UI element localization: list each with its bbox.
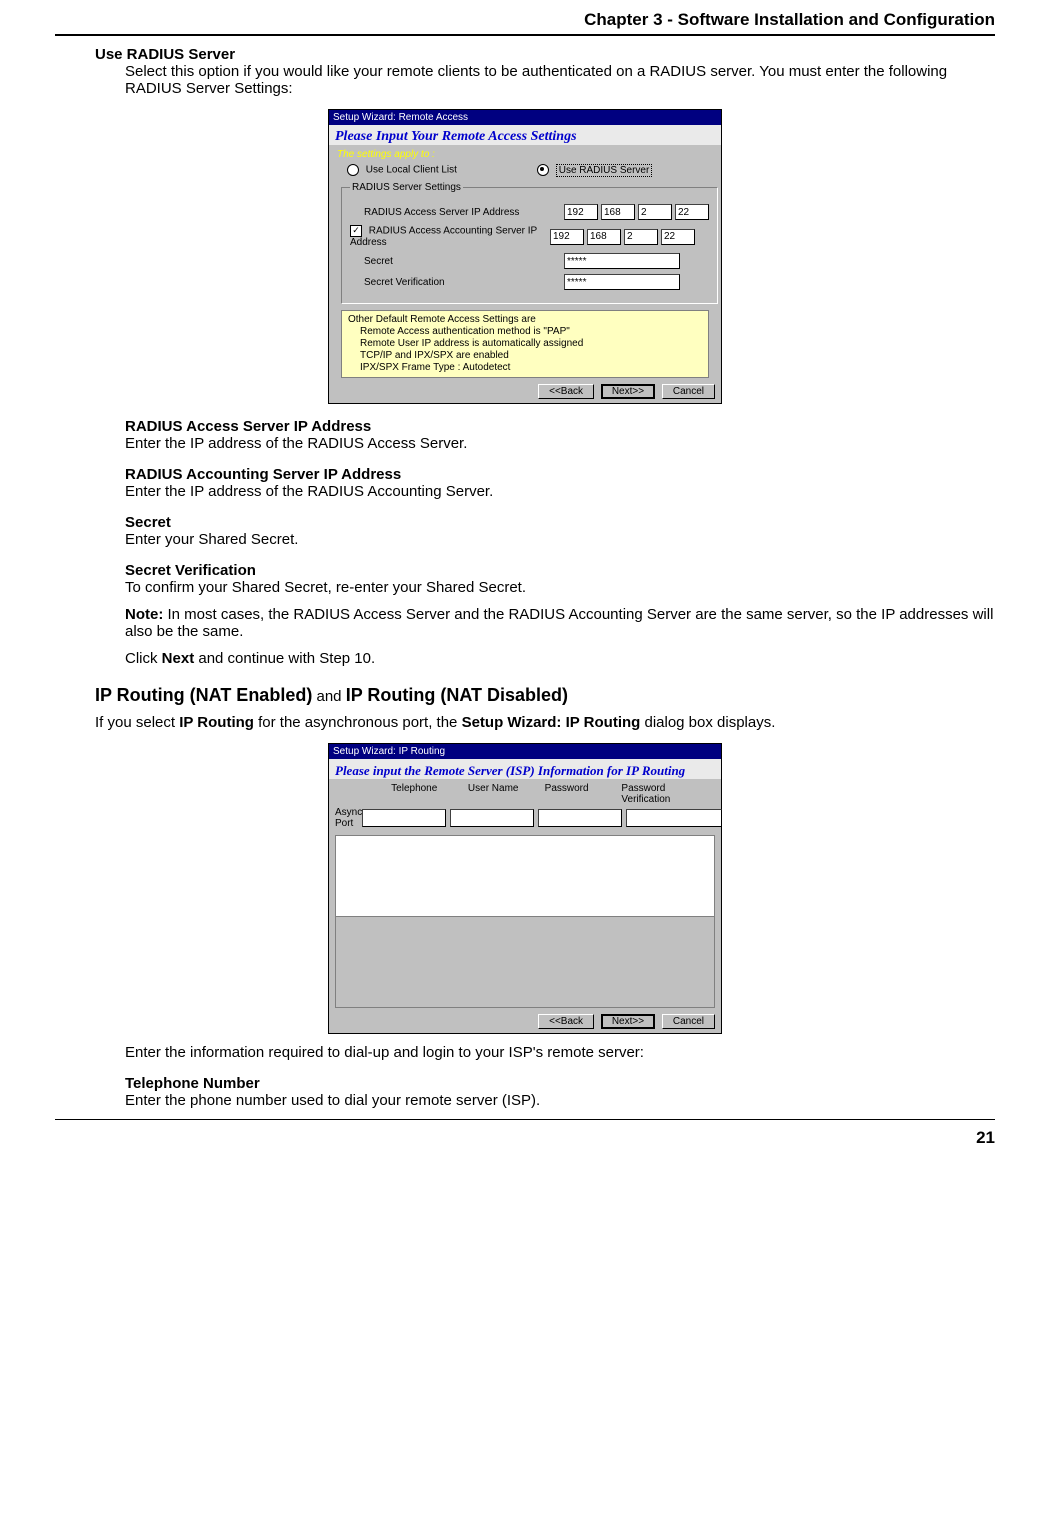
post-screenshot2-text: Enter the information required to dial-u… <box>125 1044 995 1061</box>
dlg2-back-button[interactable]: <<Back <box>538 1014 594 1029</box>
term-access-ip: RADIUS Access Server IP Address <box>125 418 995 435</box>
intro-pre: If you select <box>95 714 179 731</box>
access-ip-oct4[interactable] <box>675 204 709 220</box>
radio-local-client[interactable] <box>347 164 359 176</box>
field-secret[interactable] <box>564 253 680 269</box>
field-telephone[interactable] <box>362 809 446 827</box>
intro-b1: IP Routing <box>179 714 254 731</box>
dlg2-grid-area <box>335 835 715 917</box>
acct-ip-oct3[interactable] <box>624 229 658 245</box>
dlg2-titlebar: Setup Wizard: IP Routing <box>329 744 721 759</box>
desc-secret: Enter your Shared Secret. <box>125 531 995 548</box>
desc-secret-verify: To confirm your Shared Secret, re-enter … <box>125 579 995 596</box>
dlg1-cancel-button[interactable]: Cancel <box>662 384 715 399</box>
dlg1-instruction: Please Input Your Remote Access Settings <box>335 129 715 145</box>
info-line3: Remote User IP address is automatically … <box>348 338 702 350</box>
head-nat-enabled: IP Routing (NAT Enabled) <box>95 685 312 705</box>
dlg1-back-button[interactable]: <<Back <box>538 384 594 399</box>
term-accounting-ip: RADIUS Accounting Server IP Address <box>125 466 995 483</box>
access-ip-oct3[interactable] <box>638 204 672 220</box>
info-line4: TCP/IP and IPX/SPX are enabled <box>348 350 702 362</box>
label-access-ip: RADIUS Access Server IP Address <box>350 207 564 218</box>
term-telephone: Telephone Number <box>125 1075 995 1092</box>
dlg1-applyto: The settings apply to : <box>337 149 713 160</box>
radio-local-client-label: Use Local Client List <box>366 165 457 176</box>
footer-rule <box>55 1119 995 1120</box>
screenshot-remote-access: Setup Wizard: Remote Access Please Input… <box>328 109 722 404</box>
checkbox-accounting[interactable]: ✓ <box>350 225 362 237</box>
field-secret-verify[interactable] <box>564 274 680 290</box>
radio-use-radius[interactable] <box>537 164 549 176</box>
dlg1-info-box: Other Default Remote Access Settings are… <box>341 310 709 378</box>
acct-ip-oct1[interactable] <box>550 229 584 245</box>
note-text: Note: In most cases, the RADIUS Access S… <box>125 606 995 640</box>
intro-post: dialog box displays. <box>640 714 775 731</box>
screenshot-ip-routing: Setup Wizard: IP Routing Please input th… <box>328 743 722 1034</box>
note-label: Note: <box>125 606 163 623</box>
field-password[interactable] <box>538 809 622 827</box>
info-line2: Remote Access authentication method is "… <box>348 326 702 338</box>
field-username[interactable] <box>450 809 534 827</box>
click-next-text: Click Next and continue with Step 10. <box>125 650 995 667</box>
dlg2-next-button[interactable]: Next>> <box>601 1014 655 1029</box>
col-telephone: Telephone <box>391 783 468 805</box>
acct-ip-oct4[interactable] <box>661 229 695 245</box>
desc-telephone: Enter the phone number used to dial your… <box>125 1092 995 1109</box>
col-username: User Name <box>468 783 545 805</box>
radio-use-radius-label: Use RADIUS Server <box>556 164 653 177</box>
label-secret-verify: Secret Verification <box>350 277 564 288</box>
head-and: and <box>312 688 345 705</box>
section-ip-routing-head: IP Routing (NAT Enabled) and IP Routing … <box>95 685 995 706</box>
dlg2-cancel-button[interactable]: Cancel <box>662 1014 715 1029</box>
term-secret: Secret <box>125 514 995 531</box>
field-pwverify[interactable] <box>626 809 722 827</box>
label-accounting-ip: RADIUS Access Accounting Server IP Addre… <box>350 226 537 248</box>
click-next-post: and continue with Step 10. <box>194 650 375 667</box>
dlg2-grey-area <box>335 917 715 1008</box>
click-next-pre: Click <box>125 650 162 667</box>
acct-ip-oct2[interactable] <box>587 229 621 245</box>
dlg1-next-button[interactable]: Next>> <box>601 384 655 399</box>
dlg2-instruction: Please input the Remote Server (ISP) Inf… <box>335 763 715 779</box>
access-ip-oct1[interactable] <box>564 204 598 220</box>
desc-access-ip: Enter the IP address of the RADIUS Acces… <box>125 435 995 452</box>
click-next-bold: Next <box>162 650 195 667</box>
access-ip-oct2[interactable] <box>601 204 635 220</box>
header-rule <box>55 34 995 36</box>
chapter-header: Chapter 3 - Software Installation and Co… <box>55 10 995 30</box>
intro-b2: Setup Wizard: IP Routing <box>462 714 641 731</box>
desc-accounting-ip: Enter the IP address of the RADIUS Accou… <box>125 483 995 500</box>
head-nat-disabled: IP Routing (NAT Disabled) <box>346 685 568 705</box>
dlg1-titlebar: Setup Wizard: Remote Access <box>329 110 721 125</box>
radius-settings-group: RADIUS Server Settings RADIUS Access Ser… <box>341 182 718 304</box>
radius-settings-legend: RADIUS Server Settings <box>350 182 463 193</box>
ip-routing-intro: If you select IP Routing for the asynchr… <box>95 714 995 731</box>
intro-mid: for the asynchronous port, the <box>254 714 462 731</box>
row-async-port: Async Port <box>335 807 362 829</box>
page-number: 21 <box>55 1128 995 1148</box>
col-pwverify: Password Verification <box>621 783 715 805</box>
term-secret-verify: Secret Verification <box>125 562 995 579</box>
info-line1: Other Default Remote Access Settings are <box>348 314 702 326</box>
info-line5: IPX/SPX Frame Type : Autodetect <box>348 362 702 374</box>
term-use-radius: Use RADIUS Server <box>95 46 995 63</box>
col-password: Password <box>545 783 622 805</box>
label-secret: Secret <box>350 256 564 267</box>
note-body: In most cases, the RADIUS Access Server … <box>125 606 993 640</box>
desc-use-radius: Select this option if you would like you… <box>125 63 995 97</box>
